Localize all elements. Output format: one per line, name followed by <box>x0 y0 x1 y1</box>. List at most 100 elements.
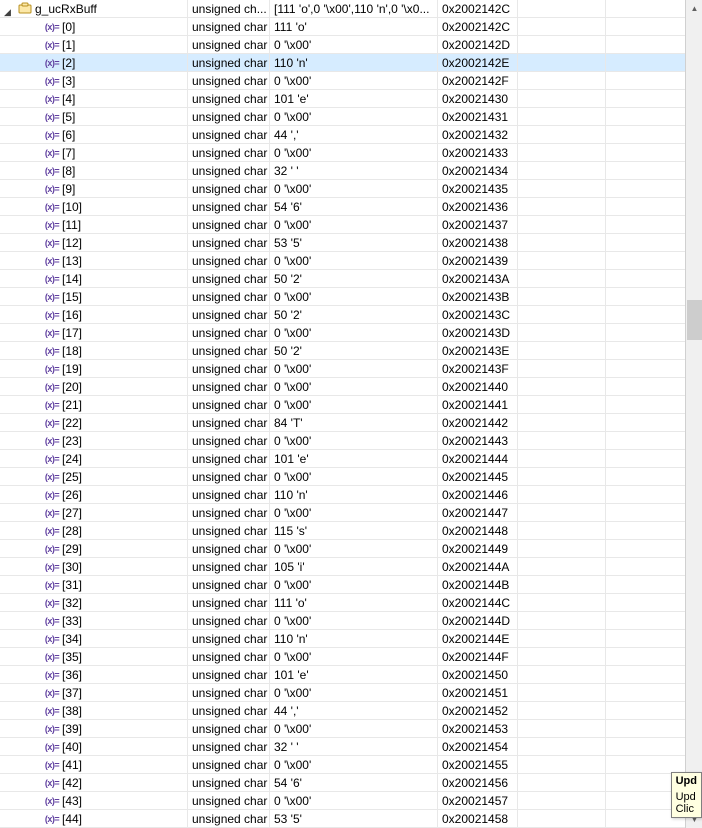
value-cell[interactable]: 0 '\x00' <box>270 648 438 665</box>
watch-row[interactable]: (x)=[2]unsigned char110 'n'0x2002142E <box>0 54 692 72</box>
value-cell[interactable]: 0 '\x00' <box>270 612 438 629</box>
value-cell[interactable]: 44 ',' <box>270 702 438 719</box>
value-cell[interactable]: 50 '2' <box>270 306 438 323</box>
watch-row[interactable]: (x)=[30]unsigned char105 'i'0x2002144A <box>0 558 692 576</box>
empty-cell <box>518 504 606 521</box>
value-cell[interactable]: 111 'o' <box>270 594 438 611</box>
watch-row[interactable]: (x)=[37]unsigned char0 '\x00'0x20021451 <box>0 684 692 702</box>
value-cell[interactable]: 0 '\x00' <box>270 36 438 53</box>
value-cell[interactable]: 50 '2' <box>270 342 438 359</box>
value-cell[interactable]: 0 '\x00' <box>270 288 438 305</box>
value-cell[interactable]: 0 '\x00' <box>270 72 438 89</box>
value-cell[interactable]: 32 ' ' <box>270 162 438 179</box>
scroll-thumb[interactable] <box>687 300 702 340</box>
value-cell[interactable]: 110 'n' <box>270 630 438 647</box>
value-cell[interactable]: 0 '\x00' <box>270 540 438 557</box>
watch-row[interactable]: (x)=[4]unsigned char101 'e'0x20021430 <box>0 90 692 108</box>
value-cell[interactable]: 0 '\x00' <box>270 504 438 521</box>
value-cell[interactable]: 54 '6' <box>270 774 438 791</box>
value-cell[interactable]: 115 's' <box>270 522 438 539</box>
watch-row[interactable]: (x)=[39]unsigned char0 '\x00'0x20021453 <box>0 720 692 738</box>
watch-row[interactable]: (x)=[20]unsigned char0 '\x00'0x20021440 <box>0 378 692 396</box>
variable-index: [1] <box>62 36 75 53</box>
watch-row[interactable]: (x)=[25]unsigned char0 '\x00'0x20021445 <box>0 468 692 486</box>
watch-row[interactable]: (x)=[17]unsigned char0 '\x00'0x2002143D <box>0 324 692 342</box>
value-cell[interactable]: 54 '6' <box>270 198 438 215</box>
scroll-up-button[interactable]: ▲ <box>686 0 702 17</box>
watch-row[interactable]: (x)=[9]unsigned char0 '\x00'0x20021435 <box>0 180 692 198</box>
value-cell[interactable]: 110 'n' <box>270 486 438 503</box>
watch-row[interactable]: (x)=[34]unsigned char110 'n'0x2002144E <box>0 630 692 648</box>
empty-cell <box>518 198 606 215</box>
value-cell[interactable]: 0 '\x00' <box>270 576 438 593</box>
value-cell[interactable]: 105 'i' <box>270 558 438 575</box>
watch-row[interactable]: (x)=[5]unsigned char0 '\x00'0x20021431 <box>0 108 692 126</box>
watch-row[interactable]: (x)=[10]unsigned char54 '6'0x20021436 <box>0 198 692 216</box>
value-cell[interactable]: 0 '\x00' <box>270 252 438 269</box>
value-cell[interactable]: 101 'e' <box>270 90 438 107</box>
value-cell[interactable]: 84 'T' <box>270 414 438 431</box>
value-cell[interactable]: 0 '\x00' <box>270 360 438 377</box>
watch-row[interactable]: (x)=[33]unsigned char0 '\x00'0x2002144D <box>0 612 692 630</box>
watch-row[interactable]: (x)=[32]unsigned char111 'o'0x2002144C <box>0 594 692 612</box>
value-cell[interactable]: 0 '\x00' <box>270 180 438 197</box>
value-cell[interactable]: 101 'e' <box>270 450 438 467</box>
watch-row[interactable]: (x)=[18]unsigned char50 '2'0x2002143E <box>0 342 692 360</box>
value-cell[interactable]: 44 ',' <box>270 126 438 143</box>
watch-row[interactable]: (x)=[13]unsigned char0 '\x00'0x20021439 <box>0 252 692 270</box>
watch-row[interactable]: (x)=[14]unsigned char50 '2'0x2002143A <box>0 270 692 288</box>
watch-grid[interactable]: g_ucRxBuff unsigned ch... [111 'o',0 '\x… <box>0 0 693 828</box>
value-cell[interactable]: 0 '\x00' <box>270 432 438 449</box>
value-cell[interactable]: 0 '\x00' <box>270 468 438 485</box>
watch-row[interactable]: (x)=[7]unsigned char0 '\x00'0x20021433 <box>0 144 692 162</box>
value-cell[interactable]: 0 '\x00' <box>270 792 438 809</box>
value-cell[interactable]: [111 'o',0 '\x00',110 'n',0 '\x0... <box>270 0 438 17</box>
watch-row[interactable]: (x)=[0]unsigned char111 'o'0x2002142C <box>0 18 692 36</box>
watch-row[interactable]: (x)=[3]unsigned char0 '\x00'0x2002142F <box>0 72 692 90</box>
watch-row[interactable]: (x)=[11]unsigned char0 '\x00'0x20021437 <box>0 216 692 234</box>
watch-row[interactable]: (x)=[38]unsigned char44 ','0x20021452 <box>0 702 692 720</box>
watch-row[interactable]: (x)=[44]unsigned char53 '5'0x20021458 <box>0 810 692 828</box>
watch-row[interactable]: (x)=[6]unsigned char44 ','0x20021432 <box>0 126 692 144</box>
watch-row[interactable]: (x)=[16]unsigned char50 '2'0x2002143C <box>0 306 692 324</box>
watch-row[interactable]: (x)=[35]unsigned char0 '\x00'0x2002144F <box>0 648 692 666</box>
watch-row[interactable]: (x)=[19]unsigned char0 '\x00'0x2002143F <box>0 360 692 378</box>
watch-row[interactable]: (x)=[31]unsigned char0 '\x00'0x2002144B <box>0 576 692 594</box>
watch-row[interactable]: (x)=[23]unsigned char0 '\x00'0x20021443 <box>0 432 692 450</box>
value-cell[interactable]: 0 '\x00' <box>270 756 438 773</box>
watch-row[interactable]: (x)=[27]unsigned char0 '\x00'0x20021447 <box>0 504 692 522</box>
value-cell[interactable]: 101 'e' <box>270 666 438 683</box>
watch-row[interactable]: (x)=[42]unsigned char54 '6'0x20021456 <box>0 774 692 792</box>
value-cell[interactable]: 53 '5' <box>270 810 438 827</box>
watch-row[interactable]: (x)=[15]unsigned char0 '\x00'0x2002143B <box>0 288 692 306</box>
watch-row[interactable]: (x)=[24]unsigned char101 'e'0x20021444 <box>0 450 692 468</box>
value-cell[interactable]: 0 '\x00' <box>270 108 438 125</box>
watch-row[interactable]: (x)=[12]unsigned char53 '5'0x20021438 <box>0 234 692 252</box>
value-cell[interactable]: 0 '\x00' <box>270 684 438 701</box>
value-cell[interactable]: 0 '\x00' <box>270 144 438 161</box>
vertical-scrollbar[interactable]: ▲ ▼ <box>685 0 702 828</box>
watch-row-root[interactable]: g_ucRxBuff unsigned ch... [111 'o',0 '\x… <box>0 0 692 18</box>
expand-toggle-icon[interactable] <box>4 3 15 14</box>
value-cell[interactable]: 110 'n' <box>270 54 438 71</box>
value-cell[interactable]: 32 ' ' <box>270 738 438 755</box>
value-cell[interactable]: 0 '\x00' <box>270 324 438 341</box>
watch-row[interactable]: (x)=[21]unsigned char0 '\x00'0x20021441 <box>0 396 692 414</box>
value-cell[interactable]: 0 '\x00' <box>270 396 438 413</box>
watch-row[interactable]: (x)=[36]unsigned char101 'e'0x20021450 <box>0 666 692 684</box>
value-cell[interactable]: 53 '5' <box>270 234 438 251</box>
watch-row[interactable]: (x)=[8]unsigned char32 ' '0x20021434 <box>0 162 692 180</box>
watch-row[interactable]: (x)=[1]unsigned char0 '\x00'0x2002142D <box>0 36 692 54</box>
value-cell[interactable]: 0 '\x00' <box>270 720 438 737</box>
value-cell[interactable]: 0 '\x00' <box>270 378 438 395</box>
watch-row[interactable]: (x)=[43]unsigned char0 '\x00'0x20021457 <box>0 792 692 810</box>
value-cell[interactable]: 0 '\x00' <box>270 216 438 233</box>
value-cell[interactable]: 50 '2' <box>270 270 438 287</box>
watch-row[interactable]: (x)=[29]unsigned char0 '\x00'0x20021449 <box>0 540 692 558</box>
watch-row[interactable]: (x)=[41]unsigned char0 '\x00'0x20021455 <box>0 756 692 774</box>
watch-row[interactable]: (x)=[40]unsigned char32 ' '0x20021454 <box>0 738 692 756</box>
watch-row[interactable]: (x)=[26]unsigned char110 'n'0x20021446 <box>0 486 692 504</box>
watch-row[interactable]: (x)=[22]unsigned char84 'T'0x20021442 <box>0 414 692 432</box>
watch-row[interactable]: (x)=[28]unsigned char115 's'0x20021448 <box>0 522 692 540</box>
value-cell[interactable]: 111 'o' <box>270 18 438 35</box>
